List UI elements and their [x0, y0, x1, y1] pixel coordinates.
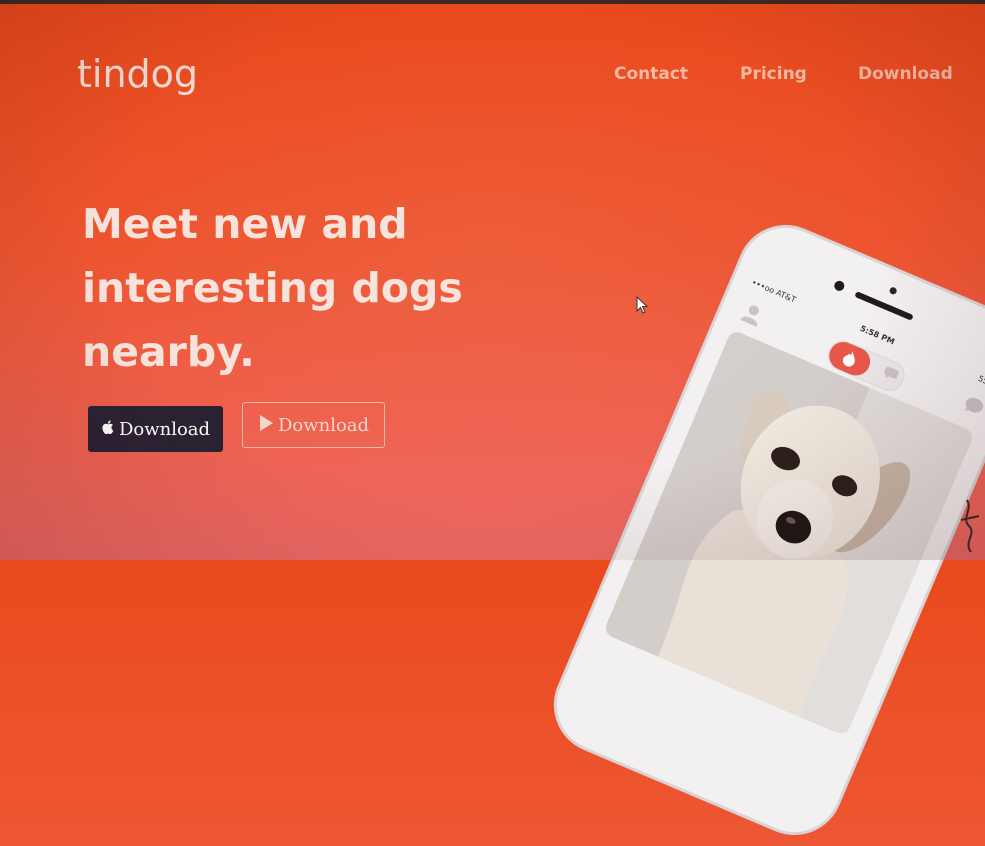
play-download-label: Download [277, 414, 370, 436]
chat-bubble-icon [881, 366, 900, 385]
phone-sensor [888, 286, 898, 296]
hero-headline: Meet new and interesting dogs nearby. [82, 192, 602, 384]
apple-download-button[interactable]: Download [88, 406, 223, 452]
monitor-bezel-top [0, 0, 985, 4]
status-battery: 55% [976, 373, 985, 390]
nav-download-link[interactable]: Download [858, 64, 953, 84]
headline-line-3: nearby. [82, 328, 255, 376]
handwriting-mark [960, 499, 980, 553]
play-download-button[interactable]: Download [242, 402, 385, 448]
nav-contact-link[interactable]: Contact [614, 64, 688, 84]
messages-icon[interactable] [961, 395, 985, 421]
status-time: 5:58 PM [858, 323, 896, 347]
apple-icon [101, 419, 115, 440]
headline-line-2: interesting dogs [82, 264, 463, 312]
apple-download-label: Download [118, 418, 211, 440]
phone-mockup: •••oo AT&T 5:58 PM 55% [542, 213, 985, 846]
brand-logo[interactable]: tindog [77, 52, 198, 96]
headline-line-1: Meet new and [82, 200, 408, 248]
nav-pricing-link[interactable]: Pricing [740, 64, 807, 84]
profile-icon[interactable] [738, 301, 764, 331]
phone-camera [832, 279, 846, 293]
phone-body: •••oo AT&T 5:58 PM 55% [542, 213, 985, 846]
phone-speaker [854, 291, 914, 321]
play-icon [258, 414, 274, 437]
mouse-cursor [636, 295, 649, 318]
